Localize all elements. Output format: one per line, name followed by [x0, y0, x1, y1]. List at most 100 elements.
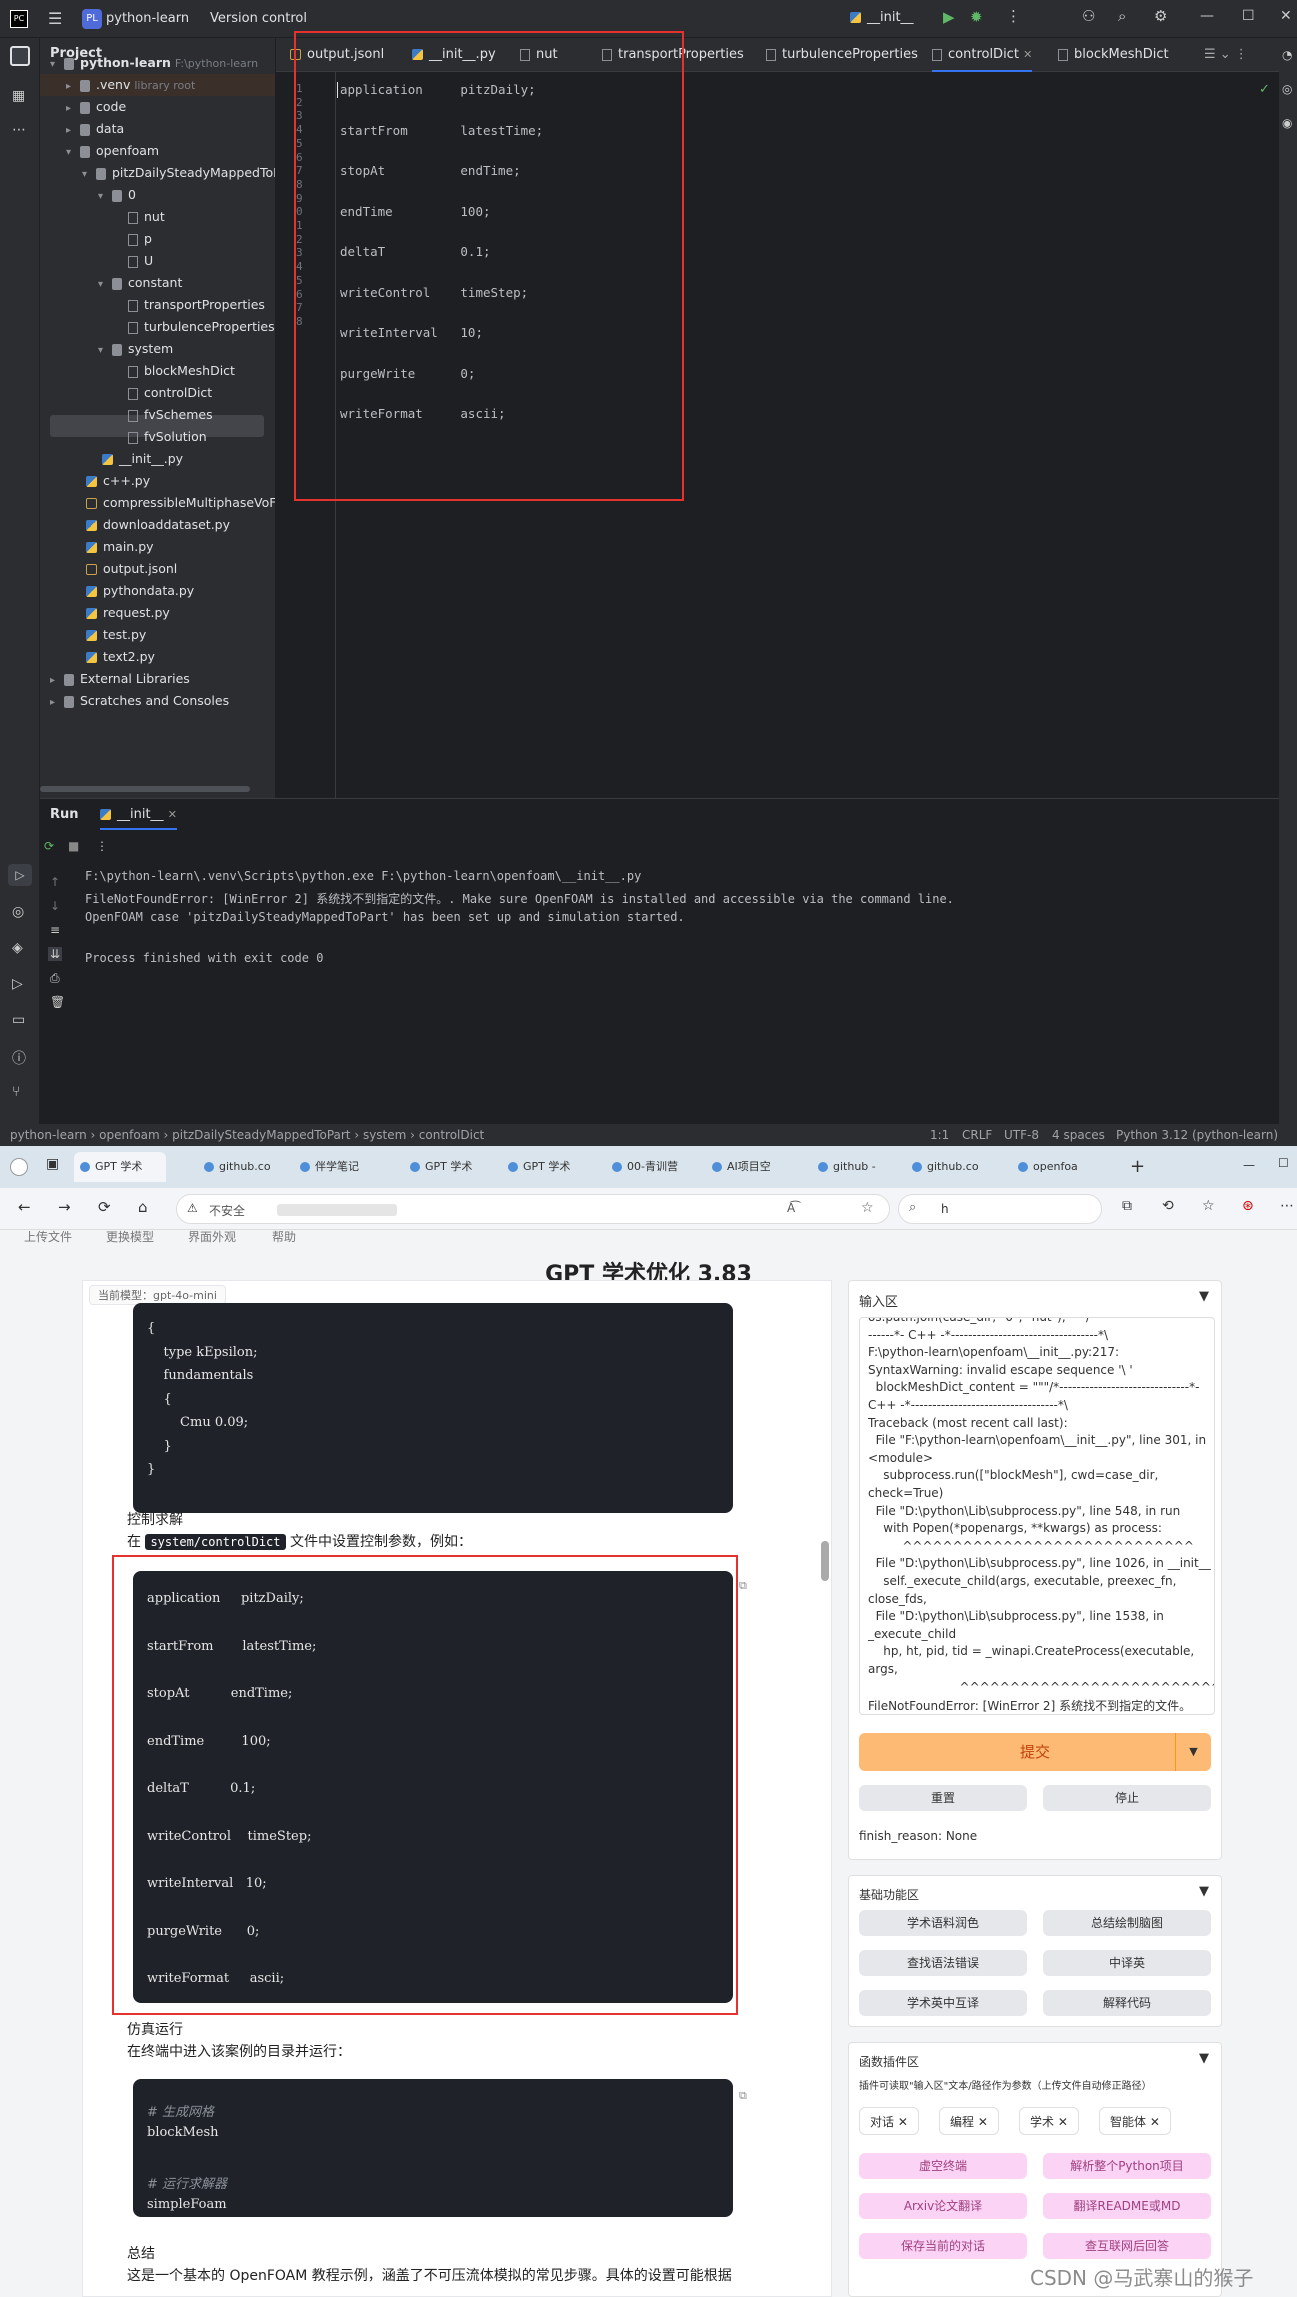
caret-position[interactable]: 1:1 — [930, 1124, 949, 1146]
tree-item-fvsolution[interactable]: fvSolution — [128, 426, 207, 448]
soft-wrap-icon[interactable]: ≡ — [50, 923, 60, 937]
web-search-button[interactable]: 查互联网后回答 — [1043, 2233, 1211, 2259]
close-icon[interactable]: ✕ — [168, 808, 177, 821]
more-icon[interactable]: ⋮ — [1006, 7, 1021, 25]
tab-controldict[interactable]: controlDict ✕ — [932, 38, 1033, 72]
breadcrumb-item[interactable]: openfoam — [99, 1128, 160, 1142]
tree-item-controldict[interactable]: controlDict — [128, 382, 212, 404]
browser-tab[interactable]: AI项目空 — [706, 1152, 798, 1182]
structure-icon[interactable]: ▦ — [12, 88, 25, 104]
tab-blockmesh[interactable]: blockMeshDict — [1058, 38, 1169, 72]
trash-icon[interactable]: 🗑 — [50, 995, 65, 1009]
browser-tab[interactable]: GPT 学术 — [404, 1152, 496, 1182]
breadcrumb-item[interactable]: python-learn — [10, 1128, 87, 1142]
run-config-selector[interactable]: __init__ — [850, 10, 914, 25]
extensions-icon[interactable]: ⧉ — [1122, 1198, 1132, 1214]
close-icon[interactable]: ✕ — [1150, 2115, 1160, 2129]
layers-icon[interactable]: ◈ — [12, 940, 23, 956]
git-icon[interactable]: ⑂ — [12, 1084, 20, 1100]
search-box[interactable]: ⌕ h — [898, 1194, 1102, 1224]
submit-button[interactable]: 提交 — [859, 1733, 1211, 1771]
new-tab-icon[interactable]: + — [1130, 1156, 1145, 1177]
submit-dropdown-icon[interactable]: ▼ — [1175, 1733, 1211, 1771]
problems-icon[interactable]: ⓘ — [12, 1048, 26, 1068]
tree-item-turbulence[interactable]: turbulenceProperties — [128, 316, 275, 338]
tree-item-fvschemes[interactable]: fvSchemes — [128, 404, 213, 426]
stop-button[interactable]: 停止 — [1043, 1785, 1211, 1811]
services-icon[interactable]: ▷ — [12, 976, 23, 992]
menu-upload[interactable]: 上传文件 — [24, 1228, 72, 1245]
tree-item-blockmesh[interactable]: blockMeshDict — [128, 360, 235, 382]
settings-icon[interactable]: ⚙ — [1154, 7, 1167, 25]
maximize-icon[interactable]: ☐ — [1242, 8, 1255, 24]
file-encoding[interactable]: UTF-8 — [1004, 1124, 1039, 1146]
save-chat-button[interactable]: 保存当前的对话 — [859, 2233, 1027, 2259]
print-icon[interactable]: ⎙ — [50, 971, 60, 986]
terminal-icon[interactable]: ▭ — [12, 1012, 25, 1028]
project-tool-icon[interactable] — [10, 46, 30, 66]
browser-tab[interactable]: github.co — [198, 1152, 290, 1182]
tree-item-pythondata[interactable]: pythondata.py — [86, 580, 194, 602]
interpreter[interactable]: Python 3.12 (python-learn) — [1116, 1124, 1278, 1146]
collapse-icon[interactable]: ▼ — [1199, 1289, 1209, 1304]
breadcrumb-item[interactable]: controlDict — [419, 1128, 484, 1142]
tree-item-json[interactable]: compressibleMultiphaseVoF.json — [86, 492, 275, 514]
forward-icon[interactable]: → — [58, 1198, 71, 1216]
tree-item-text2[interactable]: text2.py — [86, 646, 155, 668]
horizontal-scrollbar[interactable] — [40, 786, 250, 792]
tree-item-external[interactable]: ▸ External Libraries — [50, 668, 190, 690]
indent-setting[interactable]: 4 spaces — [1052, 1124, 1105, 1146]
tree-item-download[interactable]: downloaddataset.py — [86, 514, 230, 536]
tree-item-system[interactable]: ▾ system — [98, 338, 173, 360]
tree-item-init[interactable]: __init__.py — [102, 448, 183, 470]
tree-item-venv[interactable]: ▸ .venv library root — [66, 74, 195, 96]
tree-item-pitz[interactable]: ▾ pitzDailySteadyMappedToPart — [82, 162, 275, 184]
maximize-icon[interactable]: ☐ — [1278, 1156, 1289, 1170]
python-packages-icon[interactable]: ◎ — [12, 904, 24, 920]
home-icon[interactable]: ⌂ — [138, 1198, 148, 1216]
read-aloud-icon[interactable]: A͡ — [787, 1201, 795, 1215]
sync-icon[interactable]: ⟲ — [1162, 1198, 1174, 1214]
browser-tab[interactable]: github.co — [906, 1152, 998, 1182]
translate-readme-button[interactable]: 翻译README或MD — [1043, 2193, 1211, 2219]
tree-item-data[interactable]: ▸ data — [66, 118, 124, 140]
browser-tab[interactable]: 00-青训营 — [606, 1152, 698, 1182]
menu-appearance[interactable]: 界面外观 — [188, 1228, 236, 1245]
copy-icon[interactable]: ⧉ — [739, 1579, 747, 1593]
close-icon[interactable]: ✕ — [978, 2115, 988, 2129]
reset-button[interactable]: 重置 — [859, 1785, 1027, 1811]
collapse-icon[interactable]: ▼ — [1199, 1884, 1209, 1899]
scroll-up-icon[interactable]: ↑ — [50, 875, 60, 889]
tab-list-icon[interactable]: ☰ ⌄ ⋮ — [1204, 38, 1248, 72]
chat-scrollbar[interactable] — [821, 1541, 829, 1581]
run-tool-icon[interactable]: ▷ — [8, 864, 32, 886]
stop-icon[interactable]: ■ — [68, 839, 79, 853]
browser-menu-icon[interactable]: ⋯ — [1280, 1198, 1294, 1214]
search-icon[interactable]: ⌕ — [1118, 7, 1126, 25]
chip-academic[interactable]: 学术 ✕ — [1019, 2107, 1079, 2135]
tree-item-cpp[interactable]: c++.py — [86, 470, 150, 492]
debug-icon[interactable]: ✹ — [970, 8, 983, 26]
breadcrumb-item[interactable]: pitzDailySteadyMappedToPart — [172, 1128, 350, 1142]
tab-actions-icon[interactable]: ▣ — [46, 1156, 59, 1172]
project-selector[interactable]: python-learn — [106, 11, 189, 26]
scroll-to-end-icon[interactable]: ⇊ — [48, 947, 63, 961]
menu-change-model[interactable]: 更换模型 — [106, 1228, 154, 1245]
menu-help[interactable]: 帮助 — [272, 1228, 296, 1245]
tree-item-0[interactable]: ▾ 0 — [98, 184, 136, 206]
tree-item-openfoam[interactable]: ▾ openfoam — [66, 140, 159, 162]
inspection-ok-icon[interactable]: ✓ — [1259, 82, 1270, 97]
mindmap-button[interactable]: 总结绘制脑图 — [1043, 1910, 1211, 1936]
tree-item-u[interactable]: U — [128, 250, 153, 272]
tab-turbulence[interactable]: turbulenceProperties — [766, 38, 918, 72]
minimize-icon[interactable]: — — [1200, 8, 1214, 24]
extension-badge-icon[interactable]: ⊛ — [1242, 1198, 1254, 1214]
favorite-icon[interactable]: ☆ — [861, 1200, 874, 1216]
browser-tab[interactable]: GPT 学术 — [502, 1152, 594, 1182]
more-icon[interactable]: ⋮ — [96, 839, 108, 853]
tree-item-code[interactable]: ▸ code — [66, 96, 126, 118]
chip-chat[interactable]: 对话 ✕ — [859, 2107, 919, 2135]
chip-agent[interactable]: 智能体 ✕ — [1099, 2107, 1171, 2135]
tree-item-p[interactable]: p — [128, 228, 152, 250]
more-tools-icon[interactable]: ⋯ — [12, 122, 26, 138]
